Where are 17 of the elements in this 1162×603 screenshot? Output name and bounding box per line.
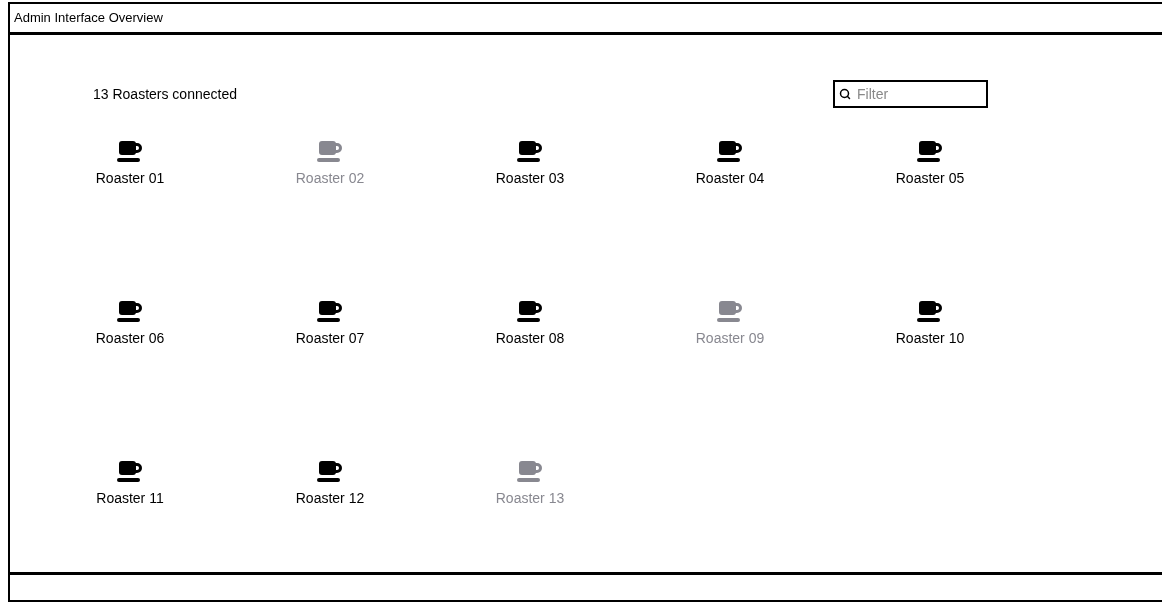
filter-field[interactable]: Filter xyxy=(833,80,988,108)
roaster-label: Roaster 04 xyxy=(695,169,765,188)
roaster-label: Roaster 13 xyxy=(495,489,565,508)
roaster-label: Roaster 05 xyxy=(895,169,965,188)
roaster-label: Roaster 12 xyxy=(295,489,365,508)
roaster-label: Roaster 08 xyxy=(495,329,565,348)
roaster-label: Roaster 09 xyxy=(695,329,765,348)
roaster-label: Roaster 02 xyxy=(295,169,365,188)
roaster-label: Roaster 11 xyxy=(96,489,164,508)
roaster-label: Roaster 07 xyxy=(295,329,365,348)
roaster-label: Roaster 10 xyxy=(895,329,965,348)
roaster-label: Roaster 03 xyxy=(495,169,565,188)
roaster-label: Roaster 06 xyxy=(95,329,165,348)
window-title: Admin Interface Overview xyxy=(14,9,163,28)
roaster-label: Roaster 01 xyxy=(95,169,165,188)
search-icon xyxy=(839,88,851,100)
connection-summary: 13 Roasters connected xyxy=(93,84,237,104)
